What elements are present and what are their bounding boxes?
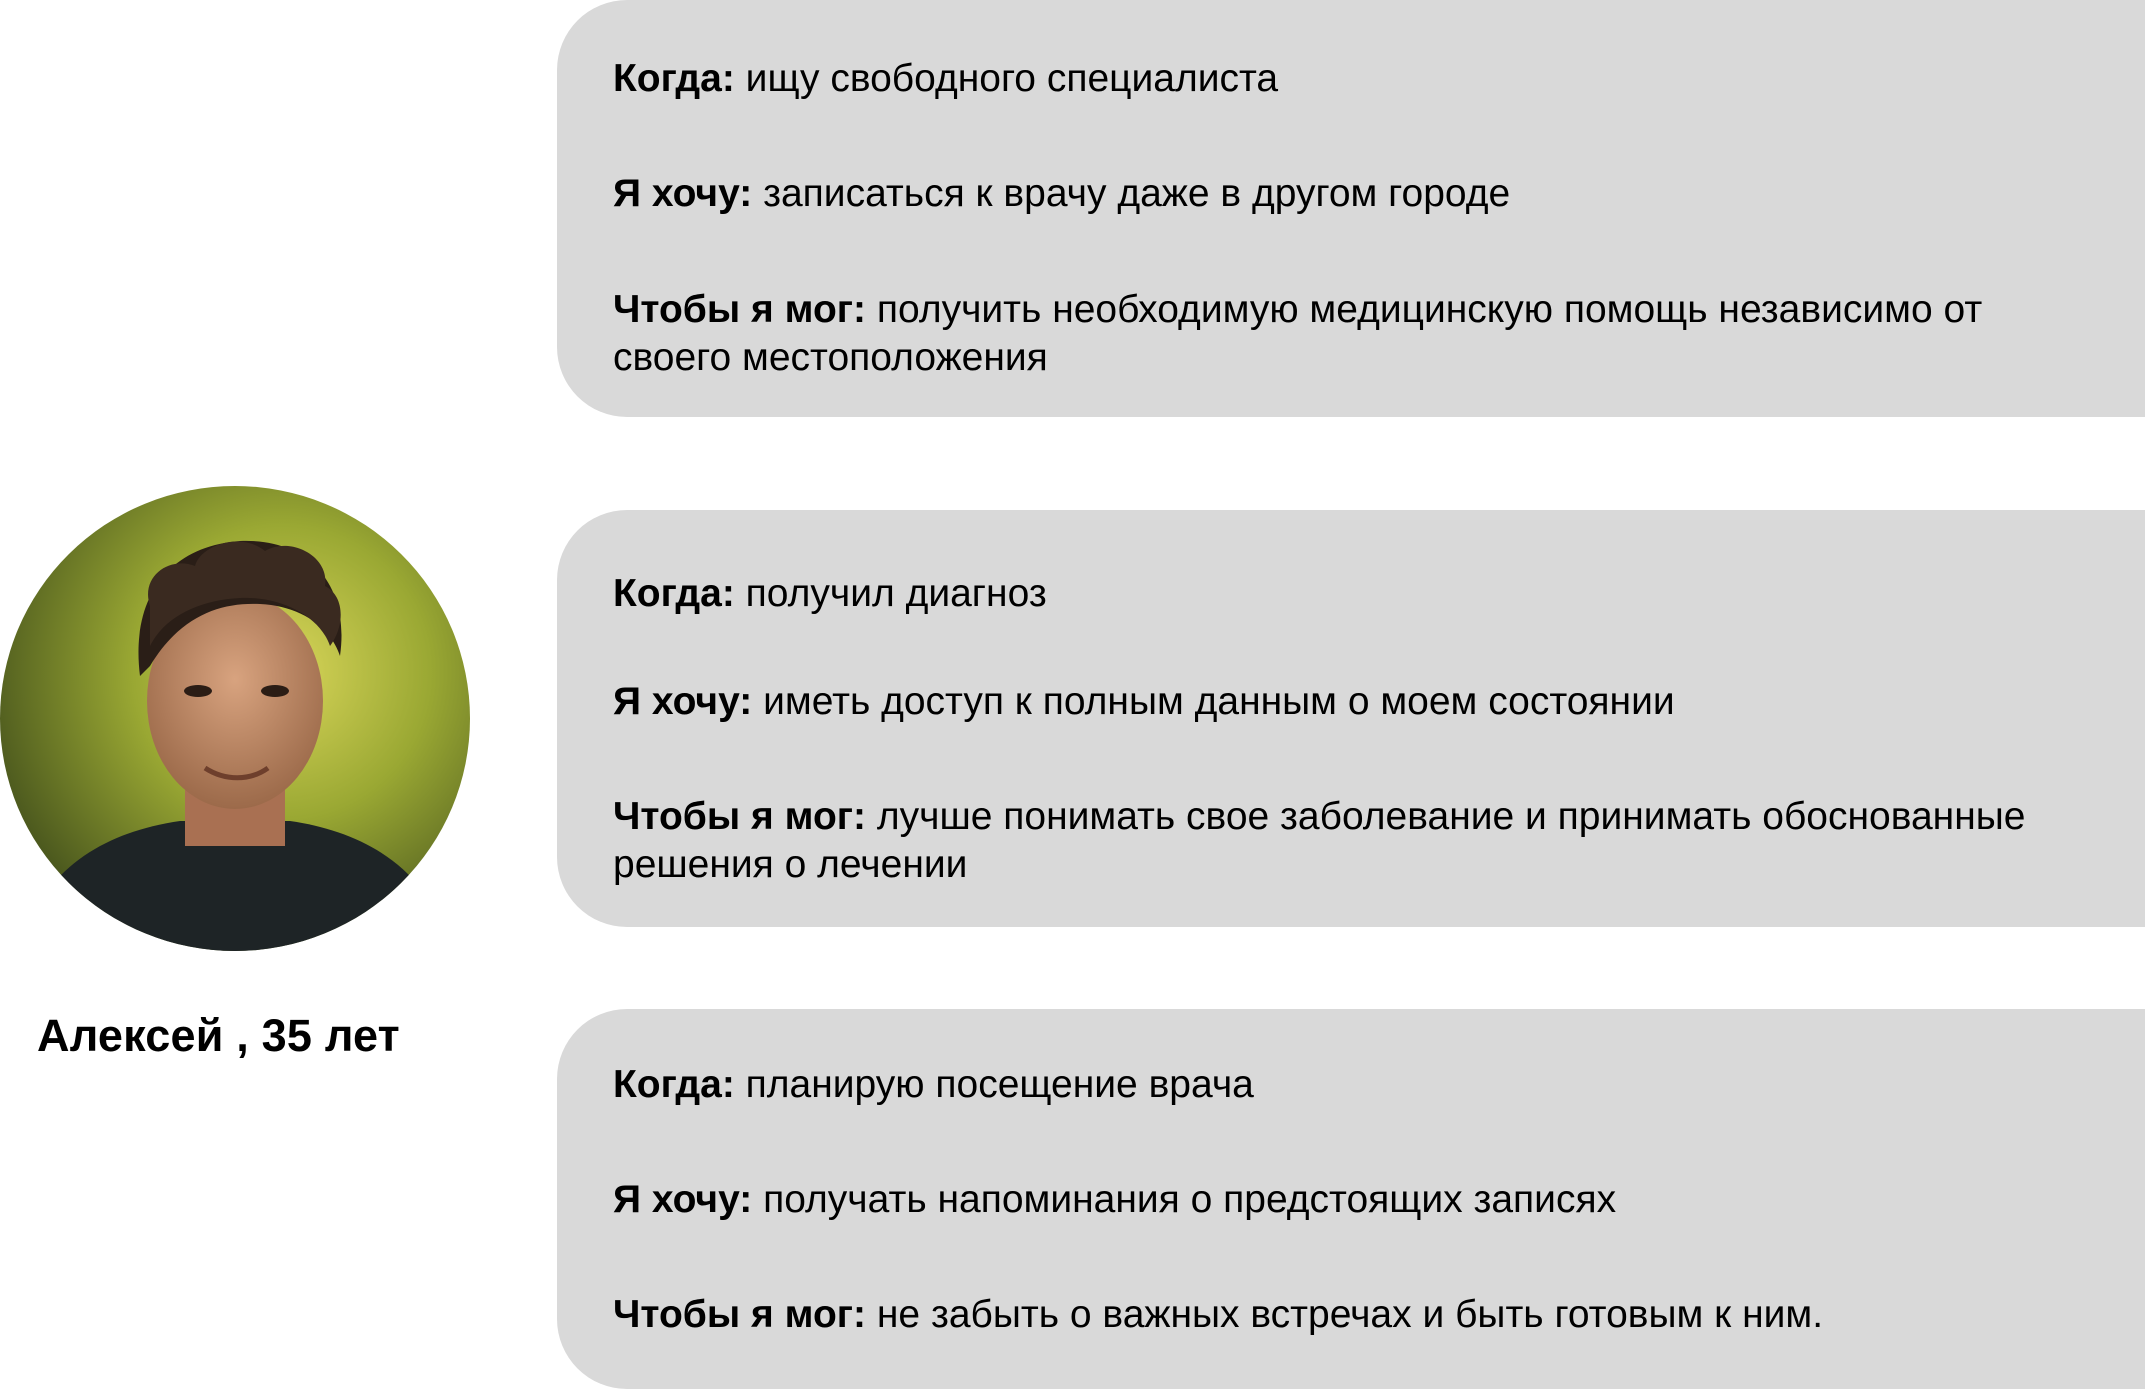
want-label: Я хочу: [613,1178,753,1221]
so-that-line: Чтобы я мог: не забыть о важных встречах… [613,1291,2105,1339]
want-label: Я хочу: [613,172,753,215]
when-text: планирую посещение врача [745,1063,1254,1106]
when-line: Когда: получил диагноз [613,570,2105,618]
job-story-card: Когда: получил диагноз Я хочу: иметь дос… [557,510,2145,927]
when-label: Когда: [613,572,735,615]
want-line: Я хочу: записаться к врачу даже в другом… [613,170,2105,218]
when-label: Когда: [613,57,735,100]
avatar [0,486,470,951]
persona-name: Алексей , 35 лет [37,1010,400,1061]
person-photo-icon [0,486,470,951]
want-text: иметь доступ к полным данным о моем сост… [763,680,1675,723]
so-that-line: Чтобы я мог: лучше понимать свое заболев… [613,793,2105,889]
when-line: Когда: планирую посещение врача [613,1061,2105,1109]
want-line: Я хочу: иметь доступ к полным данным о м… [613,678,2105,726]
when-line: Когда: ищу свободного специалиста [613,55,2105,103]
so-that-label: Чтобы я мог: [613,1293,867,1336]
so-that-line: Чтобы я мог: получить необходимую медици… [613,286,2105,382]
so-that-label: Чтобы я мог: [613,288,867,331]
job-story-card: Когда: планирую посещение врача Я хочу: … [557,1009,2145,1389]
want-text: записаться к врачу даже в другом городе [763,172,1511,215]
so-that-text: не забыть о важных встречах и быть готов… [876,1293,1824,1336]
want-label: Я хочу: [613,680,753,723]
so-that-label: Чтобы я мог: [613,795,867,838]
want-text: получать напоминания о предстоящих запис… [763,1178,1617,1221]
when-text: ищу свободного специалиста [745,57,1279,100]
when-text: получил диагноз [745,572,1047,615]
want-line: Я хочу: получать напоминания о предстоящ… [613,1176,2105,1224]
job-story-card: Когда: ищу свободного специалиста Я хочу… [557,0,2145,417]
when-label: Когда: [613,1063,735,1106]
